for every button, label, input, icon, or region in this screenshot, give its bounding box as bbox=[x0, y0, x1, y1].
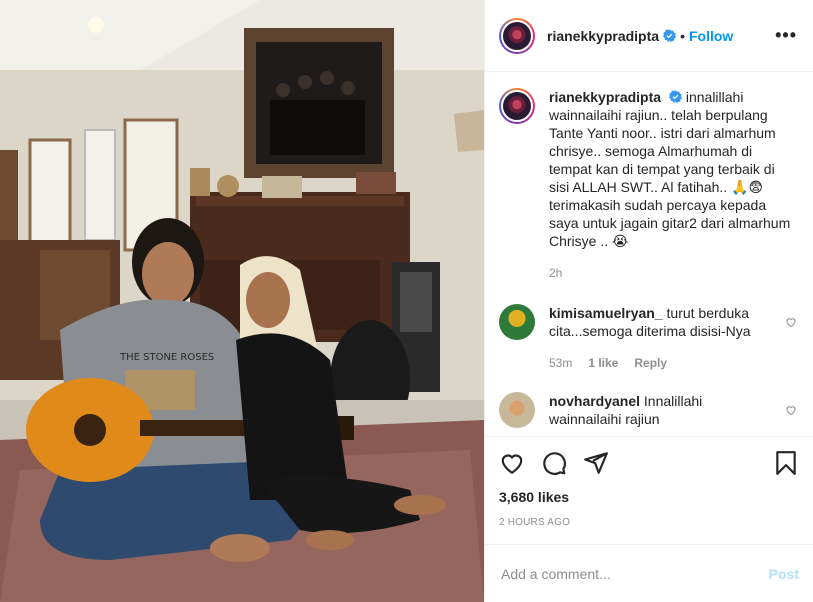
comment-meta: 53m 1 like Reply bbox=[549, 354, 775, 372]
add-comment-bar: Post bbox=[485, 544, 813, 602]
commenter-avatar[interactable] bbox=[499, 304, 535, 340]
separator-dot: • bbox=[680, 27, 685, 44]
comment-username[interactable]: novhardyanel bbox=[549, 393, 640, 409]
comment-likes[interactable]: 1 like bbox=[588, 354, 618, 372]
comment-item: kimisamuelryan_ turut berduka cita...sem… bbox=[499, 304, 797, 372]
comment-item: novhardyanel Innalillahi wainnailaihi ra… bbox=[499, 392, 797, 428]
bookmark-icon[interactable] bbox=[773, 450, 799, 476]
photo-illustration: THE STONE ROSES bbox=[0, 0, 484, 602]
like-comment-icon[interactable] bbox=[785, 404, 797, 416]
caption-meta: 2h bbox=[549, 264, 797, 282]
share-paper-plane-icon[interactable] bbox=[583, 450, 609, 476]
caption: rianekkypradipta innalillahi wainnailaih… bbox=[499, 88, 797, 282]
post-photo[interactable]: THE STONE ROSES bbox=[0, 0, 484, 602]
post-comment-button[interactable]: Post bbox=[769, 566, 799, 582]
comments-list[interactable]: rianekkypradipta innalillahi wainnailaih… bbox=[485, 72, 813, 436]
likes-count[interactable]: 3,680 likes bbox=[499, 489, 799, 505]
like-comment-icon[interactable] bbox=[785, 316, 797, 328]
svg-text:THE STONE ROSES: THE STONE ROSES bbox=[119, 352, 214, 363]
instagram-post: THE STONE ROSES rianekkypradipta • Follo… bbox=[0, 0, 813, 602]
caption-verified-icon bbox=[668, 90, 682, 103]
author-avatar[interactable] bbox=[499, 17, 535, 54]
comment-username[interactable]: kimisamuelryan_ bbox=[549, 305, 663, 321]
reply-button[interactable]: Reply bbox=[634, 354, 667, 372]
commenter-avatar[interactable] bbox=[499, 392, 535, 428]
comment-bubble-icon[interactable] bbox=[541, 450, 567, 476]
post-side-panel: rianekkypradipta • Follow ••• rianekkypr… bbox=[484, 0, 813, 602]
follow-button[interactable]: Follow bbox=[689, 28, 733, 44]
post-header: rianekkypradipta • Follow ••• bbox=[485, 0, 813, 72]
post-timestamp[interactable]: 2 HOURS AGO bbox=[499, 517, 799, 528]
caption-username[interactable]: rianekkypradipta bbox=[549, 89, 661, 105]
caption-time[interactable]: 2h bbox=[549, 264, 562, 282]
caption-text: innalillahi wainnailaihi rajiun.. telah … bbox=[549, 89, 791, 249]
action-icons bbox=[499, 437, 799, 489]
comment-input[interactable] bbox=[501, 565, 769, 582]
more-icon[interactable]: ••• bbox=[775, 25, 797, 46]
caption-avatar[interactable] bbox=[499, 88, 535, 124]
post-actions: 3,680 likes 2 HOURS AGO bbox=[485, 436, 813, 544]
like-heart-icon[interactable] bbox=[499, 450, 525, 476]
comment-time[interactable]: 53m bbox=[549, 354, 572, 372]
verified-badge-icon bbox=[663, 29, 677, 42]
author-username[interactable]: rianekkypradipta bbox=[547, 28, 659, 44]
